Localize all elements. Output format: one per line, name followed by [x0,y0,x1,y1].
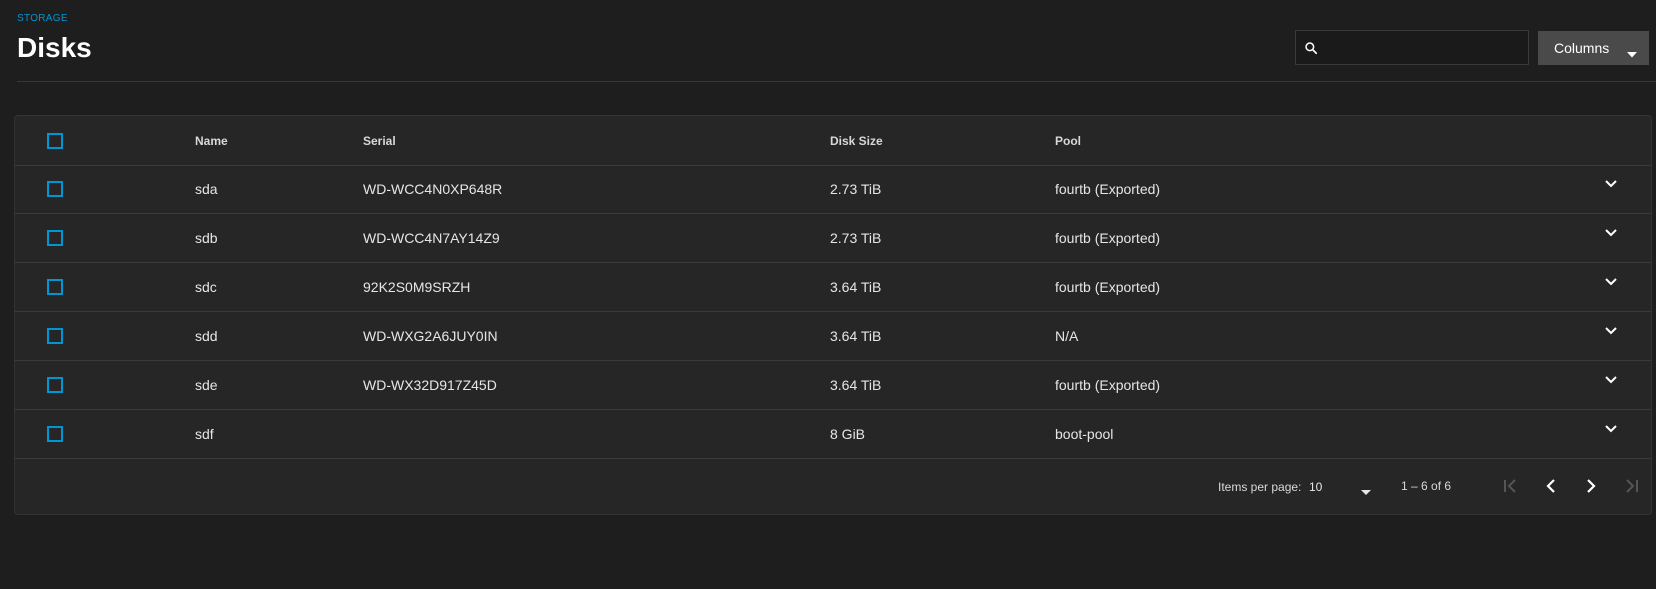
select-all-checkbox[interactable] [47,132,63,149]
disk-pool: N/A [1055,328,1079,344]
disk-serial: 92K2S0M9SRZH [363,279,471,295]
paginator: Items per page: 10 1 – 6 of 6 [15,459,1651,515]
table-header-row: Name Serial Disk Size Pool [15,116,1651,166]
caret-down-icon [1361,485,1371,499]
last-page-icon [1623,478,1639,496]
header-name[interactable]: Name [195,116,228,165]
disk-serial: WD-WCC4N7AY14Z9 [363,230,500,246]
chevron-right-icon [1586,478,1596,496]
last-page-button[interactable] [1615,471,1647,503]
items-per-page-value: 10 [1309,480,1323,494]
table-row[interactable]: sdc 92K2S0M9SRZH 3.64 TiB fourtb (Export… [15,263,1651,312]
items-per-page-select[interactable]: 10 [1309,473,1375,501]
chevron-left-icon [1546,478,1556,496]
expand-row-button[interactable] [1605,355,1617,403]
first-page-button[interactable] [1495,471,1527,503]
expand-row-button[interactable] [1605,159,1617,207]
disk-size: 8 GiB [830,426,866,442]
caret-down-icon [1627,45,1637,61]
chevron-down-icon [1605,420,1617,436]
disk-size: 3.64 TiB [830,377,882,393]
columns-button-label: Columns [1554,40,1610,56]
disk-pool: fourtb (Exported) [1055,230,1161,246]
disks-table: Name Serial Disk Size Pool sda WD-WCC4N0… [14,115,1652,515]
row-checkbox[interactable] [47,377,63,393]
header-divider [17,81,1656,82]
disk-serial: WD-WXG2A6JUY0IN [363,328,498,344]
chevron-down-icon [1605,322,1617,338]
row-checkbox[interactable] [47,328,63,344]
table-row[interactable]: sdd WD-WXG2A6JUY0IN 3.64 TiB N/A [15,312,1651,361]
items-per-page-label: Items per page: [1218,480,1302,494]
disk-size: 2.73 TiB [830,181,882,197]
header-serial[interactable]: Serial [363,116,396,165]
disk-name: sdb [195,230,218,246]
table-row[interactable]: sdf 8 GiB boot-pool [15,410,1651,459]
expand-row-button[interactable] [1605,208,1617,256]
header-pool[interactable]: Pool [1055,116,1081,165]
disk-name: sda [195,181,218,197]
expand-row-button[interactable] [1605,404,1617,452]
disk-pool: fourtb (Exported) [1055,279,1161,295]
row-checkbox[interactable] [47,181,63,197]
disk-name: sdf [195,426,214,442]
chevron-down-icon [1605,371,1617,387]
chevron-down-icon [1605,175,1617,191]
disk-pool: fourtb (Exported) [1055,181,1161,197]
disk-size: 2.73 TiB [830,230,882,246]
table-row[interactable]: sdb WD-WCC4N7AY14Z9 2.73 TiB fourtb (Exp… [15,214,1651,263]
row-checkbox[interactable] [47,279,63,295]
table-row[interactable]: sda WD-WCC4N0XP648R 2.73 TiB fourtb (Exp… [15,165,1651,214]
table-row[interactable]: sde WD-WX32D917Z45D 3.64 TiB fourtb (Exp… [15,361,1651,410]
disk-name: sdc [195,279,217,295]
disk-pool: boot-pool [1055,426,1114,442]
chevron-down-icon [1605,224,1617,240]
search-input[interactable] [1326,30,1528,65]
search-field[interactable] [1295,30,1529,65]
disk-name: sde [195,377,218,393]
disk-size: 3.64 TiB [830,328,882,344]
header-disk-size[interactable]: Disk Size [830,116,883,165]
breadcrumb[interactable]: STORAGE [17,13,68,24]
columns-button[interactable]: Columns [1538,31,1649,65]
disk-serial: WD-WX32D917Z45D [363,377,497,393]
disk-name: sdd [195,328,218,344]
disk-pool: fourtb (Exported) [1055,377,1161,393]
page-range-label: 1 – 6 of 6 [1401,479,1452,493]
previous-page-button[interactable] [1535,471,1567,503]
row-checkbox[interactable] [47,426,63,442]
search-icon [1296,41,1326,55]
chevron-down-icon [1605,273,1617,289]
expand-row-button[interactable] [1605,306,1617,354]
disk-serial: WD-WCC4N0XP648R [363,181,503,197]
disk-size: 3.64 TiB [830,279,882,295]
page-title: Disks [17,32,92,63]
disks-page: STORAGE Disks Columns Name Serial Disk S… [0,0,1656,589]
row-checkbox[interactable] [47,230,63,246]
next-page-button[interactable] [1575,471,1607,503]
first-page-icon [1503,478,1519,496]
expand-row-button[interactable] [1605,257,1617,305]
